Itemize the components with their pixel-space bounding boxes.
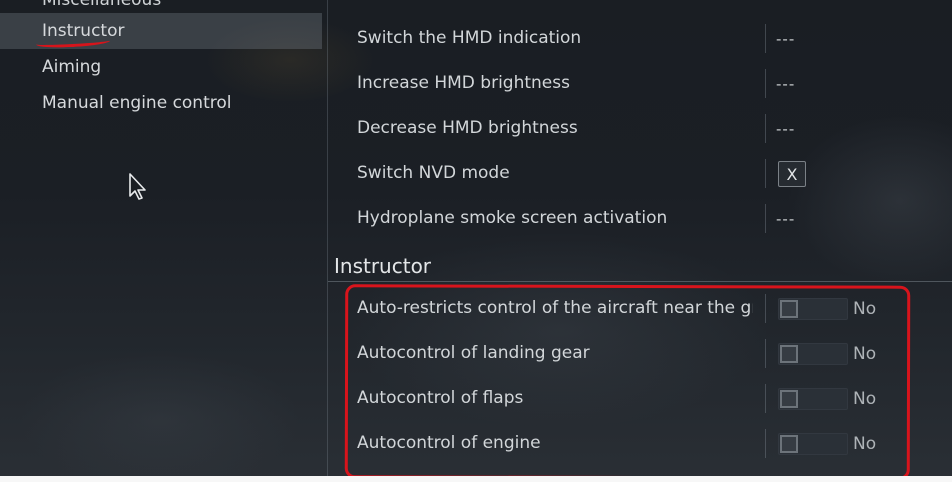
control-label: Switch NVD mode — [357, 163, 510, 183]
row-separator — [765, 204, 766, 233]
control-label: Hydroplane smoke screen activation — [357, 208, 668, 228]
control-row-decrease-hmd-brightness[interactable]: Decrease HMD brightness --- — [328, 106, 952, 151]
control-row-hydroplane-smoke[interactable]: Hydroplane smoke screen activation --- — [328, 196, 952, 241]
key-binding-keycap[interactable]: X — [778, 161, 806, 187]
sidebar-item-manual-engine-control[interactable]: Manual engine control — [0, 85, 322, 121]
row-separator — [765, 159, 766, 188]
control-row-switch-hmd[interactable]: Switch the HMD indication --- — [328, 16, 952, 61]
control-label: Increase HMD brightness — [357, 73, 570, 93]
key-binding-value[interactable]: --- — [776, 61, 795, 106]
key-binding-value[interactable]: --- — [776, 196, 795, 241]
key-binding-value[interactable]: --- — [776, 16, 795, 61]
sidebar-item-aiming[interactable]: Aiming — [0, 49, 322, 85]
row-separator — [765, 114, 766, 143]
sidebar: Miscellaneous Instructor Aiming Manual e… — [0, 0, 322, 482]
control-label: Switch the HMD indication — [357, 28, 582, 48]
control-row-switch-nvd-mode[interactable]: Switch NVD mode — [328, 151, 952, 196]
section-title-instructor: Instructor — [334, 254, 432, 278]
bottom-edge — [0, 476, 952, 482]
key-binding-value[interactable]: --- — [776, 106, 795, 151]
control-label: Decrease HMD brightness — [357, 118, 578, 138]
section-divider — [328, 281, 952, 282]
control-row-increase-hmd-brightness[interactable]: Increase HMD brightness --- — [328, 61, 952, 106]
red-outline-annotation — [344, 284, 911, 480]
row-separator — [765, 24, 766, 53]
mouse-cursor-icon — [129, 173, 146, 200]
row-separator — [765, 69, 766, 98]
